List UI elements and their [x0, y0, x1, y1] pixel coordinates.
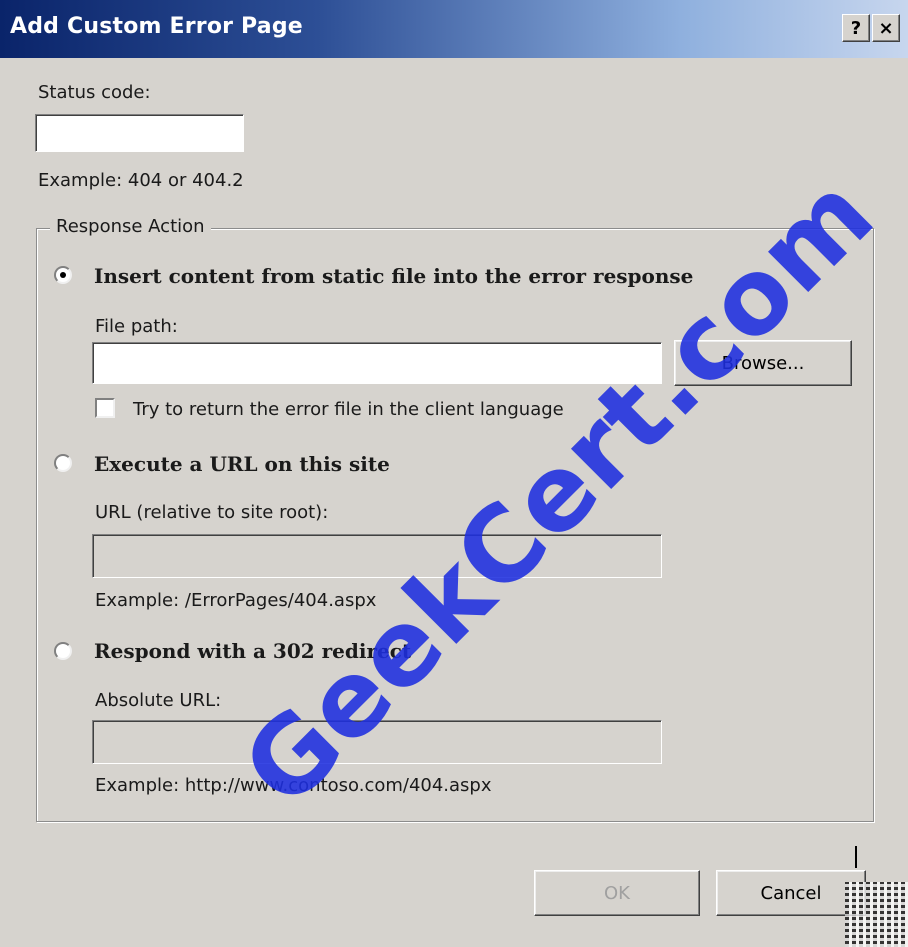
cancel-button[interactable]: Cancel [716, 870, 866, 916]
radio-static-file[interactable] [54, 266, 72, 284]
file-path-label: File path: [95, 316, 178, 337]
status-code-label: Status code: [38, 82, 151, 103]
caret-mark [855, 846, 857, 868]
radio-redirect[interactable] [54, 642, 72, 660]
client-language-label[interactable]: Try to return the error file in the clie… [133, 399, 564, 420]
status-code-value[interactable] [36, 115, 243, 151]
qr-code-icon [845, 882, 908, 947]
url-label: URL (relative to site root): [95, 502, 329, 523]
close-button[interactable]: × [872, 14, 900, 42]
help-button[interactable]: ? [842, 14, 870, 42]
dialog-title: Add Custom Error Page [10, 14, 303, 39]
response-action-legend: Response Action [50, 216, 211, 237]
status-code-example: Example: 404 or 404.2 [38, 170, 244, 191]
client-language-checkbox[interactable] [95, 398, 115, 418]
ok-button[interactable]: OK [534, 870, 700, 916]
status-code-input[interactable] [35, 114, 244, 152]
absolute-url-label: Absolute URL: [95, 690, 222, 711]
file-path-value[interactable] [93, 343, 661, 383]
radio-static-file-label[interactable]: Insert content from static file into the… [94, 264, 693, 288]
file-path-input[interactable] [92, 342, 662, 384]
radio-execute-url-label[interactable]: Execute a URL on this site [94, 452, 390, 476]
url-example: Example: /ErrorPages/404.aspx [95, 590, 377, 611]
radio-execute-url[interactable] [54, 454, 72, 472]
title-bar: Add Custom Error Page ? × [0, 0, 908, 58]
